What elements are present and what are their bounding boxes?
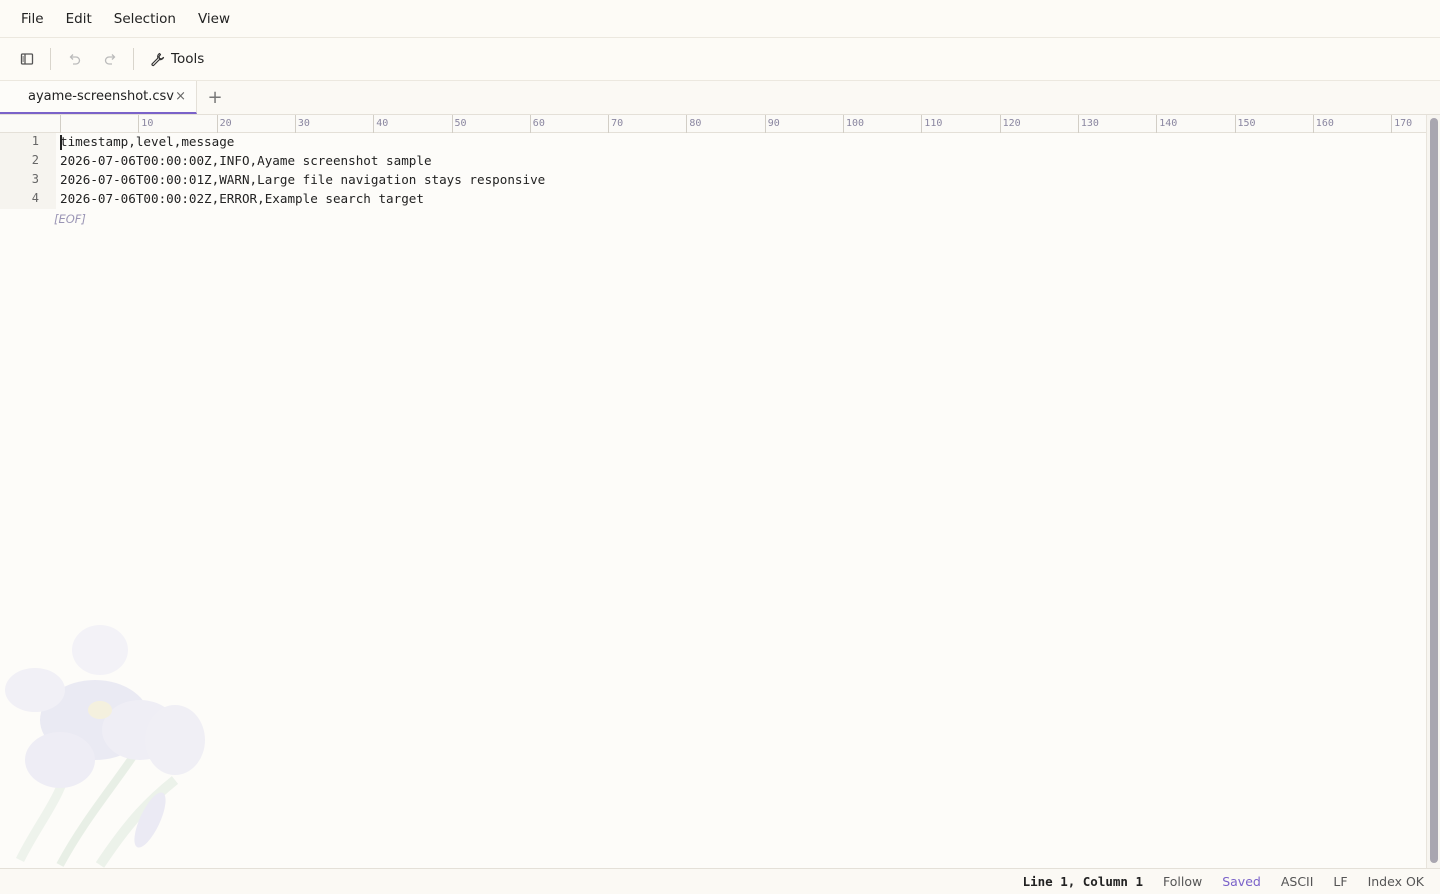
ruler-tick: 20	[216, 115, 232, 133]
toolbar-separator	[50, 48, 51, 70]
ruler-tick: 40	[373, 115, 388, 133]
redo-button[interactable]	[97, 46, 123, 72]
encoding-status[interactable]: ASCII	[1281, 874, 1314, 889]
ruler-tick: 90	[764, 115, 780, 133]
vertical-scrollbar[interactable]	[1426, 115, 1440, 868]
line-number: 3	[31, 172, 39, 186]
redo-icon	[104, 53, 115, 65]
ruler-tick: 110	[921, 115, 942, 133]
cursor-position[interactable]: Line 1, Column 1	[1023, 874, 1143, 889]
code-line[interactable]: 2026-07-06T00:00:01Z,WARN,Large file nav…	[60, 171, 545, 190]
ruler-tick: 30	[294, 115, 310, 133]
ruler-tick: 130	[1077, 115, 1099, 133]
text-editor[interactable]: 1234 timestamp,level,message 2026-07-06T0…	[0, 133, 1426, 868]
line-number: 4	[31, 191, 39, 205]
toolbar-separator	[133, 48, 134, 70]
menu-edit[interactable]: Edit	[55, 0, 103, 38]
undo-button[interactable]	[61, 46, 87, 72]
ruler-tick: 50	[451, 115, 467, 133]
ruler-tick: 140	[1156, 115, 1177, 133]
tab-ayame-screenshot-csv[interactable]: ayame-screenshot.csv ×	[0, 81, 197, 114]
column-ruler: 10 20 30 40 50 60 70 80 90 100 110 120 130 140 150 160 1…	[0, 115, 1426, 133]
new-tab-button[interactable]: +	[197, 81, 233, 114]
tab-strip: ayame-screenshot.csv × +	[0, 81, 1440, 115]
ruler-tick: 10	[138, 115, 153, 133]
menu-file[interactable]: File	[10, 0, 55, 38]
tab-label: ayame-screenshot.csv	[28, 89, 175, 104]
ruler-tick: 80	[686, 115, 701, 133]
code-line[interactable]: 2026-07-06T00:00:00Z,INFO,Ayame screensh…	[60, 152, 545, 171]
ruler-tick	[60, 115, 63, 133]
text-caret	[60, 135, 62, 150]
line-number: 2	[31, 153, 39, 167]
plus-icon: +	[207, 87, 223, 108]
line-number: 1	[31, 134, 39, 148]
code-line[interactable]: 2026-07-06T00:00:02Z,ERROR,Example searc…	[60, 190, 545, 209]
close-icon[interactable]: ×	[175, 89, 186, 104]
ruler-tick: 60	[529, 115, 545, 133]
tools-label: Tools	[171, 51, 205, 67]
code-line[interactable]: timestamp,level,message	[60, 133, 545, 152]
code-area[interactable]: timestamp,level,message 2026-07-06T00:00:…	[60, 133, 545, 209]
ruler-tick: 100	[843, 115, 864, 133]
menu-bar: File Edit Selection View	[0, 0, 1440, 38]
ruler-tick: 70	[608, 115, 623, 133]
ruler-tick: 170	[1391, 115, 1412, 133]
index-status: Index OK	[1367, 874, 1424, 889]
eof-marker: [EOF]	[54, 212, 86, 226]
follow-toggle[interactable]: Follow	[1163, 874, 1202, 889]
sidebar-toggle-icon	[20, 53, 34, 65]
menu-view[interactable]: View	[187, 0, 241, 38]
scrollbar-thumb[interactable]	[1430, 118, 1438, 863]
line-ending-status[interactable]: LF	[1333, 874, 1347, 889]
menu-selection[interactable]: Selection	[103, 0, 187, 38]
status-bar: Line 1, Column 1 Follow Saved ASCII LF I…	[0, 868, 1440, 894]
toolbar: Tools	[0, 38, 1440, 81]
ruler-tick: 150	[1234, 115, 1256, 133]
line-number-gutter: 1 2 3 4	[0, 133, 56, 209]
sidebar-toggle-button[interactable]	[14, 46, 40, 72]
undo-icon	[69, 53, 80, 65]
tools-button[interactable]: Tools	[144, 45, 210, 73]
wrench-icon	[151, 52, 165, 66]
ruler-tick: 160	[1312, 115, 1334, 133]
save-status: Saved	[1222, 874, 1261, 889]
ruler-tick: 120	[999, 115, 1021, 133]
